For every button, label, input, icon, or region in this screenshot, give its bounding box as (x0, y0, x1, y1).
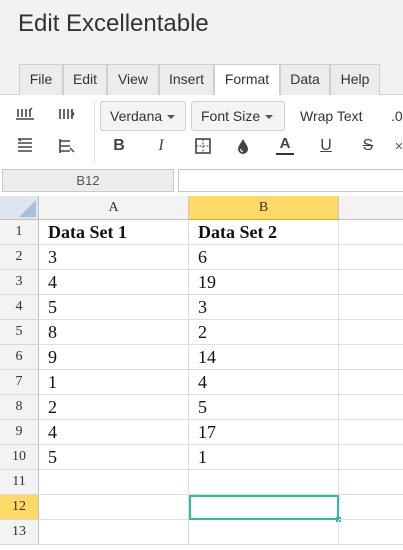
strikethrough-button[interactable]: S (357, 137, 379, 155)
table-cell[interactable] (189, 470, 339, 495)
tab-edit[interactable]: Edit (63, 64, 107, 95)
column-header-c[interactable] (339, 196, 403, 220)
table-cell[interactable] (39, 520, 189, 545)
spreadsheet-grid: A B 1 Data Set 1 Data Set 2 2 3 6 3 4 19 4 5 3 5 8 2 6 9… (0, 196, 403, 550)
table-cell[interactable]: 19 (189, 270, 339, 295)
row-header[interactable]: 8 (0, 395, 39, 420)
formula-input[interactable] (178, 169, 403, 192)
font-size-value: Font Size (201, 108, 261, 124)
row-header[interactable]: 13 (0, 520, 39, 545)
table-cell[interactable] (189, 520, 339, 545)
table-cell[interactable]: 9 (39, 345, 189, 370)
bold-button[interactable]: B (108, 137, 130, 155)
row-header[interactable]: 2 (0, 245, 39, 270)
table-cell[interactable]: 4 (39, 420, 189, 445)
select-all-corner[interactable] (0, 196, 39, 220)
font-color-button[interactable]: A (274, 135, 296, 155)
table-cell[interactable]: 2 (189, 320, 339, 345)
ribbon-divider (94, 101, 95, 163)
table-cell[interactable] (339, 520, 403, 545)
font-color-label: A (279, 135, 291, 152)
table-cell[interactable]: 5 (189, 395, 339, 420)
table-cell[interactable] (339, 220, 403, 245)
column-header-b[interactable]: B (189, 196, 339, 220)
delete-column-icon[interactable] (56, 135, 78, 157)
table-cell[interactable]: 1 (189, 445, 339, 470)
tab-help[interactable]: Help (330, 64, 380, 95)
title-bar: Edit Excellentable (0, 0, 403, 58)
row-header[interactable]: 11 (0, 470, 39, 495)
row-header[interactable]: 1 (0, 220, 39, 245)
table-cell[interactable] (339, 445, 403, 470)
table-cell[interactable]: 5 (39, 295, 189, 320)
cell-reference-box[interactable]: B12 (2, 169, 174, 192)
row-header[interactable]: 5 (0, 320, 39, 345)
table-cell[interactable]: 3 (189, 295, 339, 320)
chevron-down-icon (265, 115, 274, 120)
wrap-text-button[interactable]: Wrap Text (300, 108, 363, 124)
active-cell[interactable] (189, 495, 339, 520)
font-family-dropdown[interactable]: Verdana (100, 101, 186, 131)
font-size-dropdown[interactable]: Font Size (191, 101, 285, 131)
borders-icon[interactable] (192, 137, 214, 155)
format-ribbon: Verdana Font Size Wrap Text .0 (0, 95, 403, 168)
app-title: Edit Excellentable (18, 10, 209, 37)
row-header[interactable]: 10 (0, 445, 39, 470)
underline-button[interactable]: U (315, 137, 337, 155)
tab-format[interactable]: Format (214, 64, 280, 96)
chevron-down-icon (167, 115, 176, 120)
row-header[interactable]: 7 (0, 370, 39, 395)
table-cell[interactable]: 1 (39, 370, 189, 395)
decimal-format-button[interactable]: .0 (391, 108, 403, 124)
table-cell[interactable] (339, 470, 403, 495)
table-cell[interactable]: 3 (39, 245, 189, 270)
table-cell[interactable]: 14 (189, 345, 339, 370)
tab-view[interactable]: View (107, 64, 159, 95)
row-header[interactable]: 12 (0, 495, 39, 520)
table-cell[interactable]: Data Set 2 (189, 220, 339, 245)
font-family-value: Verdana (110, 108, 163, 124)
tab-data[interactable]: Data (280, 64, 330, 95)
table-cell[interactable]: Data Set 1 (39, 220, 189, 245)
italic-button[interactable]: I (150, 137, 172, 155)
table-cell[interactable]: 2 (39, 395, 189, 420)
fill-color-icon[interactable] (232, 137, 254, 155)
more-format-icon[interactable] (395, 137, 403, 155)
insert-row-above-icon[interactable] (14, 104, 36, 126)
delete-row-icon[interactable] (14, 135, 36, 157)
table-cell[interactable]: 8 (39, 320, 189, 345)
table-cell[interactable] (339, 270, 403, 295)
table-cell[interactable] (339, 245, 403, 270)
table-cell[interactable]: 5 (39, 445, 189, 470)
row-header[interactable]: 9 (0, 420, 39, 445)
table-cell[interactable] (339, 320, 403, 345)
table-cell[interactable] (339, 370, 403, 395)
insert-column-right-icon[interactable] (56, 104, 78, 126)
tab-file[interactable]: File (19, 64, 63, 95)
table-cell[interactable] (339, 345, 403, 370)
table-cell[interactable]: 17 (189, 420, 339, 445)
table-cell[interactable] (339, 295, 403, 320)
formula-bar: B12 (0, 168, 403, 196)
table-cell[interactable] (339, 495, 403, 520)
table-cell[interactable] (39, 495, 189, 520)
table-cell[interactable] (339, 395, 403, 420)
table-cell[interactable]: 4 (39, 270, 189, 295)
column-header-a[interactable]: A (39, 196, 189, 220)
tab-insert[interactable]: Insert (159, 64, 214, 95)
font-color-swatch (276, 153, 294, 155)
row-header[interactable]: 3 (0, 270, 39, 295)
menu-bar: File Edit View Insert Format Data Help (0, 58, 403, 96)
table-cell[interactable]: 4 (189, 370, 339, 395)
table-cell[interactable]: 6 (189, 245, 339, 270)
row-header[interactable]: 4 (0, 295, 39, 320)
table-cell[interactable] (339, 420, 403, 445)
table-cell[interactable] (39, 470, 189, 495)
row-header[interactable]: 6 (0, 345, 39, 370)
